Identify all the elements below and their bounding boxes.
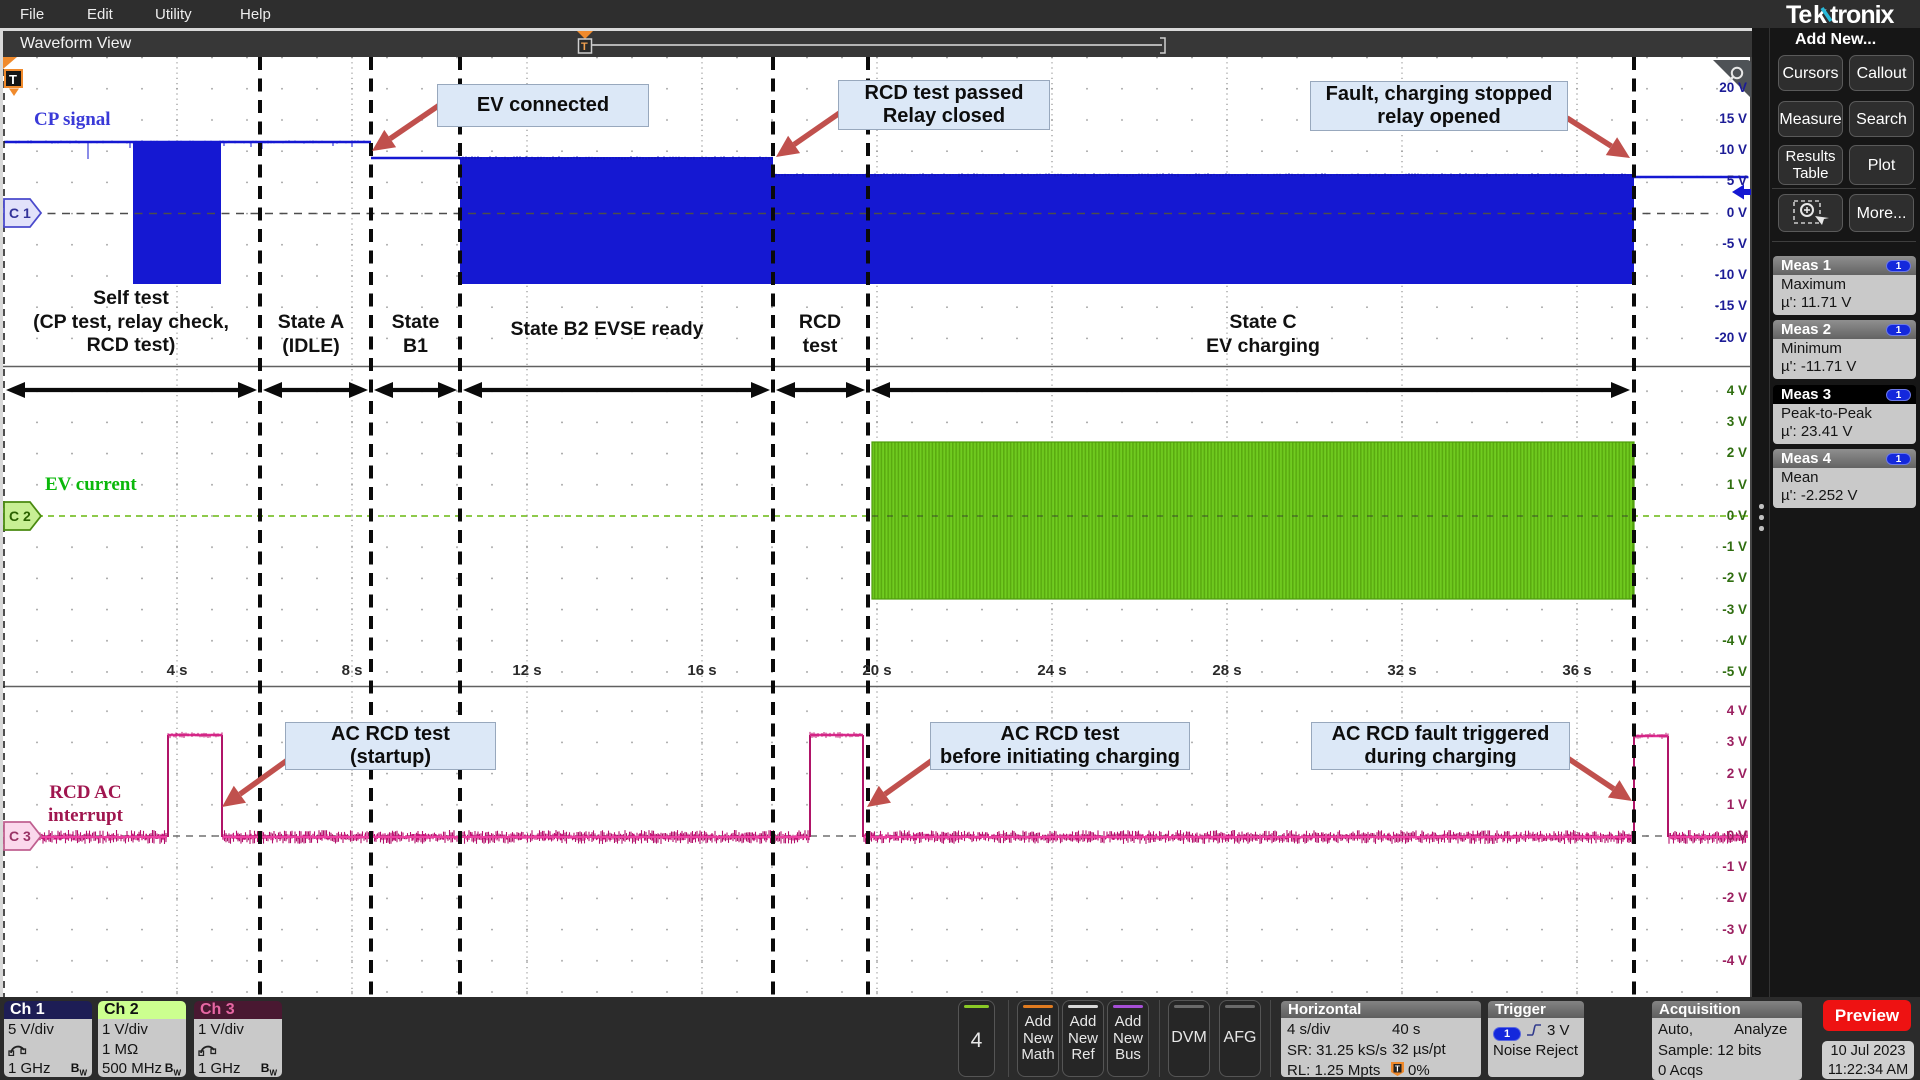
- svg-text:Te: Te: [1786, 2, 1812, 28]
- svg-text:T: T: [1395, 1065, 1400, 1074]
- svg-text:T: T: [9, 72, 17, 87]
- svg-text:C 3: C 3: [9, 828, 31, 844]
- svg-text:T: T: [581, 41, 588, 53]
- svg-text:C 2: C 2: [9, 508, 31, 524]
- svg-text:tronix: tronix: [1830, 2, 1895, 28]
- svg-text:C 1: C 1: [9, 205, 31, 221]
